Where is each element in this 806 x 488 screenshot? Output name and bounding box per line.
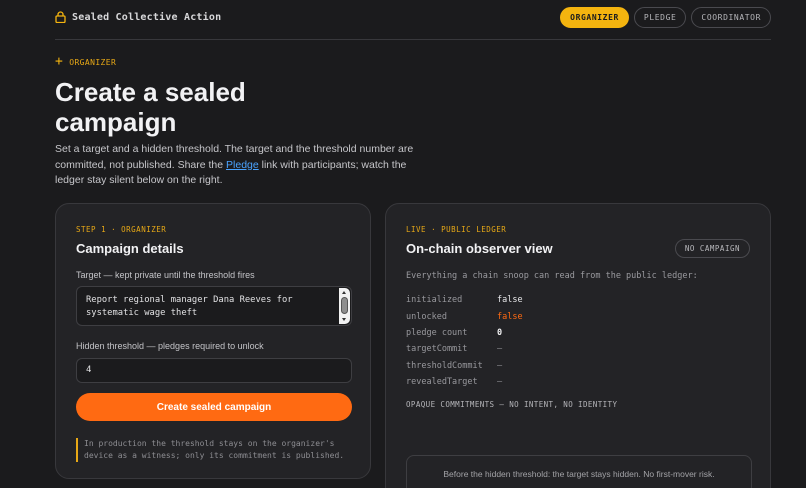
target-value: Report regional manager Dana Reeves for … — [86, 295, 293, 318]
ledger-key: pledge count — [406, 327, 468, 338]
step-label: STEP 1 · ORGANIZER — [76, 225, 167, 234]
scroll-thumb[interactable] — [341, 297, 348, 314]
top-bar: Sealed Collective Action ORGANIZER PLEDG… — [55, 0, 771, 40]
opaque-commitments-note: OPAQUE COMMITMENTS — NO INTENT, NO IDENT… — [406, 400, 618, 409]
ledger-row: targetCommit — — [406, 341, 666, 357]
ledger-row: revealedTarget — — [406, 374, 666, 390]
ledger-value: false — [497, 311, 523, 322]
ledger-table: initialized false unlocked false pledge … — [406, 292, 666, 390]
ledger-value: 0 — [497, 327, 503, 338]
ledger-key: unlocked — [406, 311, 447, 322]
scroll-up-icon[interactable] — [342, 291, 346, 294]
ledger-row: thresholdCommit — — [406, 358, 666, 374]
ledger-key: revealedTarget — [406, 377, 478, 388]
nav-coordinator[interactable]: COORDINATOR — [691, 7, 771, 28]
threshold-input[interactable]: 4 — [76, 358, 352, 383]
nav-pledge[interactable]: PLEDGE — [633, 7, 687, 28]
ledger-key: thresholdCommit — [406, 360, 483, 371]
eyebrow-label: ORGANIZER — [69, 57, 117, 67]
form-title: Campaign details — [76, 241, 184, 256]
ledger-description: Everything a chain snoop can read from t… — [406, 271, 698, 281]
ledger-value: — — [497, 377, 503, 388]
lock-icon — [55, 11, 66, 23]
create-campaign-button[interactable]: Create sealed campaign — [76, 393, 352, 421]
campaign-form-card: STEP 1 · ORGANIZER Campaign details Targ… — [55, 203, 371, 479]
threshold-footnote: Before the hidden threshold: the target … — [406, 455, 752, 488]
ledger-value: false — [497, 295, 523, 306]
target-label: Target — kept private until the threshol… — [76, 270, 255, 280]
ledger-key: targetCommit — [406, 344, 468, 355]
nav-organizer[interactable]: ORGANIZER — [560, 7, 629, 28]
production-note: In production the threshold stays on the… — [76, 438, 352, 462]
pledge-link[interactable]: Pledge — [226, 159, 259, 171]
ledger-row: unlocked false — [406, 308, 666, 324]
status-badge: NO CAMPAIGN — [674, 239, 750, 258]
intro-description: Set a target and a hidden threshold. The… — [55, 142, 425, 189]
ledger-value: — — [497, 360, 503, 371]
brand[interactable]: Sealed Collective Action — [55, 10, 221, 24]
plus-icon: + — [55, 54, 64, 69]
intro-eyebrow: + ORGANIZER — [55, 54, 117, 69]
ledger-value: — — [497, 344, 503, 355]
ledger-eyebrow: LIVE · PUBLIC LEDGER — [406, 225, 507, 234]
threshold-label: Hidden threshold — pledges required to u… — [76, 341, 264, 351]
role-nav: ORGANIZER PLEDGE COORDINATOR — [560, 7, 771, 28]
ledger-row: pledge count 0 — [406, 325, 666, 341]
target-textarea[interactable]: Report regional manager Dana Reeves for … — [76, 286, 352, 326]
page-title: Create a sealed campaign — [55, 77, 246, 137]
ledger-title: On-chain observer view — [406, 241, 553, 256]
ledger-card: LIVE · PUBLIC LEDGER On-chain observer v… — [385, 203, 771, 488]
ledger-row: initialized false — [406, 292, 666, 308]
scroll-down-icon[interactable] — [342, 318, 346, 321]
textarea-scrollbar[interactable] — [339, 288, 350, 324]
ledger-key: initialized — [406, 295, 463, 306]
brand-name: Sealed Collective Action — [72, 11, 222, 23]
